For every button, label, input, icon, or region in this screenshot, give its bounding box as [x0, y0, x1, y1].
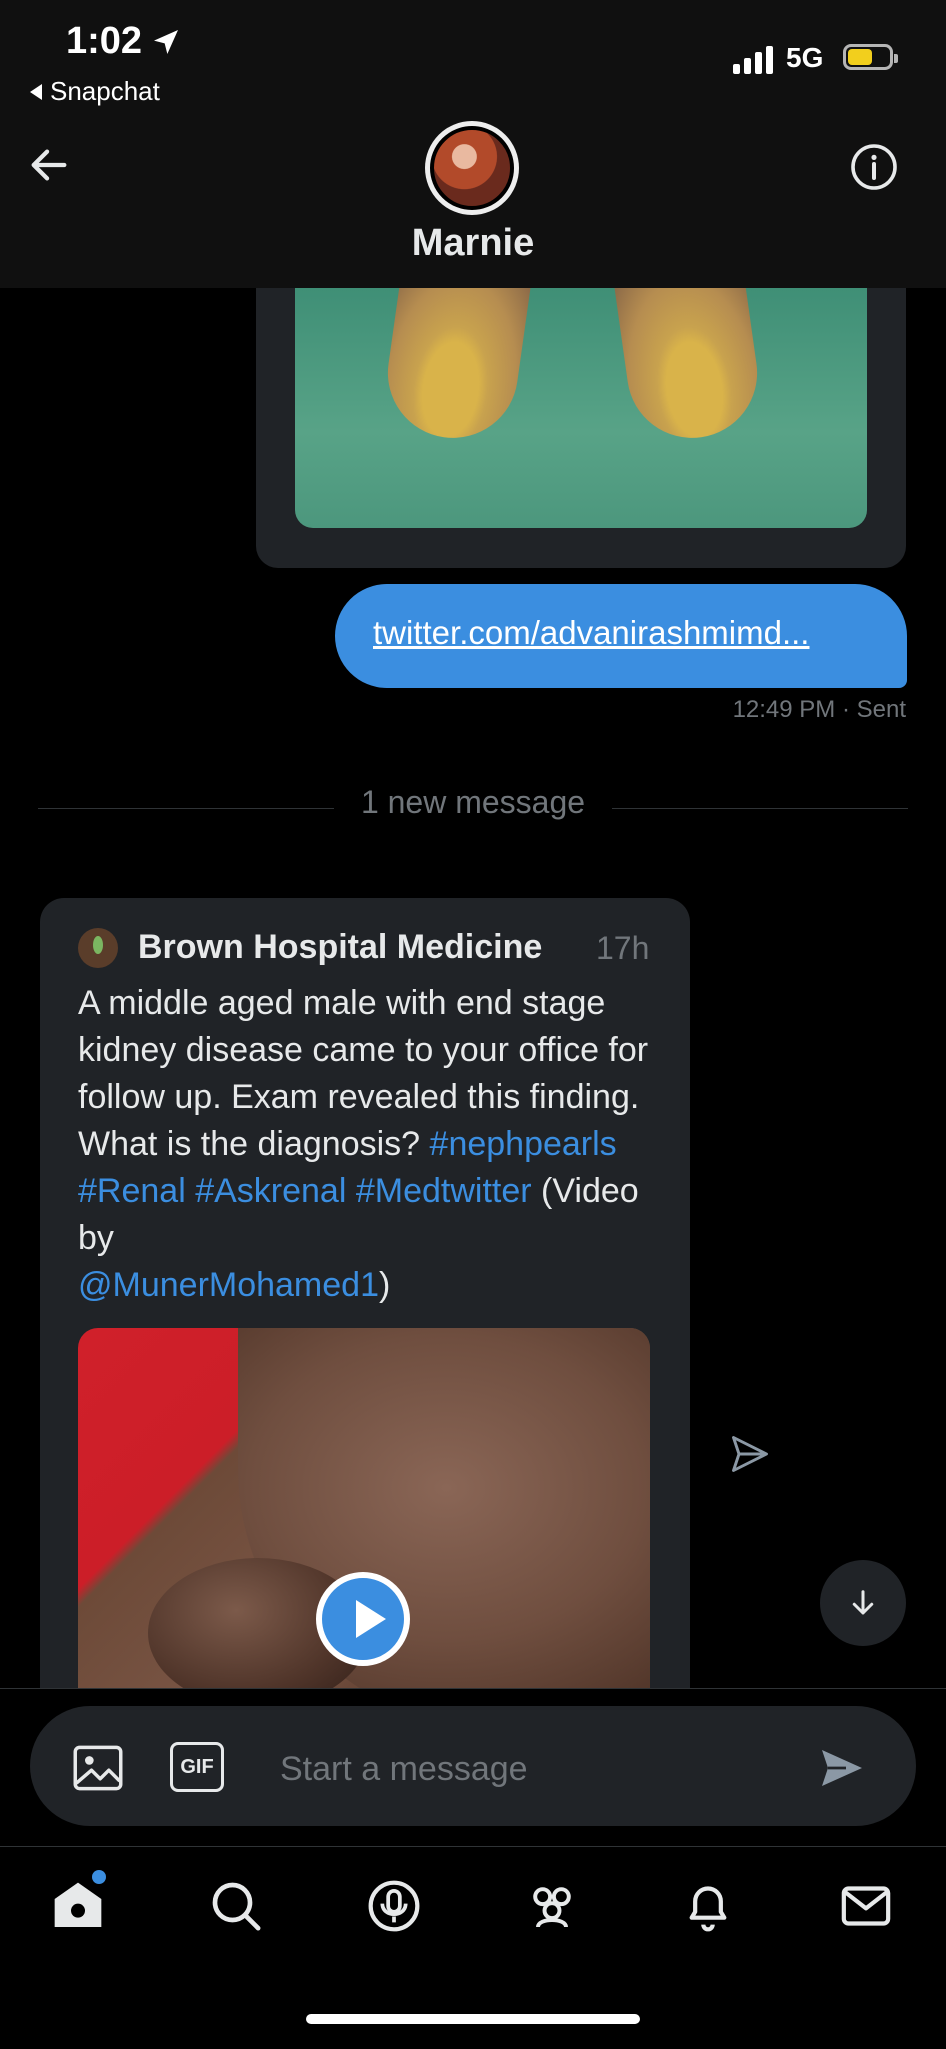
share-tweet-icon[interactable] — [728, 1432, 772, 1476]
new-message-divider: 1 new message — [360, 784, 586, 820]
tweet-text: A middle aged male with end stage kidney… — [78, 980, 668, 1309]
sent-time: 12:49 PM — [732, 696, 836, 723]
hashtag-link[interactable]: #Renal — [78, 1172, 186, 1210]
tweet-timestamp: 17h — [596, 930, 650, 966]
play-icon — [356, 1600, 386, 1638]
mention-link[interactable]: @MunerMohamed1 — [78, 1266, 379, 1304]
search-icon[interactable] — [208, 1878, 264, 1934]
messages-icon[interactable] — [838, 1878, 894, 1934]
message-input[interactable] — [278, 1744, 802, 1794]
notifications-icon[interactable] — [680, 1878, 736, 1934]
hashtag-link[interactable]: #Medtwitter — [356, 1172, 532, 1210]
sent-status: · Sent — [841, 696, 906, 723]
hashtag-link[interactable]: #Askrenal — [195, 1172, 346, 1210]
play-video-button[interactable] — [316, 1572, 410, 1666]
location-arrow-icon — [154, 30, 178, 54]
battery-icon — [843, 44, 898, 70]
send-icon[interactable] — [818, 1744, 866, 1792]
info-icon[interactable] — [850, 143, 898, 191]
sent-link[interactable]: twitter.com/advanirashmimd... — [373, 614, 809, 652]
network-type: 5G — [786, 42, 824, 73]
home-notification-dot — [92, 1870, 106, 1884]
hashtag-link[interactable]: #nephpearls — [430, 1125, 617, 1163]
cellular-signal-icon — [733, 44, 773, 74]
tweet-text-close: ) — [379, 1266, 391, 1304]
tweet-author-avatar[interactable] — [78, 928, 118, 968]
contact-name[interactable]: Marnie — [0, 222, 946, 265]
back-arrow-icon[interactable] — [26, 142, 72, 188]
scroll-to-bottom-button[interactable] — [820, 1560, 906, 1646]
back-triangle-icon — [30, 83, 42, 100]
home-icon[interactable] — [50, 1878, 106, 1934]
image-icon[interactable] — [72, 1744, 124, 1792]
tweet-author-name[interactable]: Brown Hospital Medicine — [138, 928, 542, 967]
message-meta: 12:49 PM · Sent — [600, 696, 906, 724]
arrow-down-icon — [852, 1590, 874, 1615]
home-indicator — [306, 2014, 640, 2024]
back-app-label: Snapchat — [50, 76, 160, 106]
communities-icon[interactable] — [524, 1878, 580, 1934]
contact-avatar[interactable] — [430, 126, 514, 210]
gif-button[interactable]: GIF — [170, 1742, 224, 1792]
tweet-image[interactable] — [295, 288, 867, 528]
spaces-icon[interactable] — [366, 1878, 422, 1934]
status-time: 1:02 — [66, 20, 143, 62]
back-to-app-link[interactable]: Snapchat — [30, 76, 160, 107]
